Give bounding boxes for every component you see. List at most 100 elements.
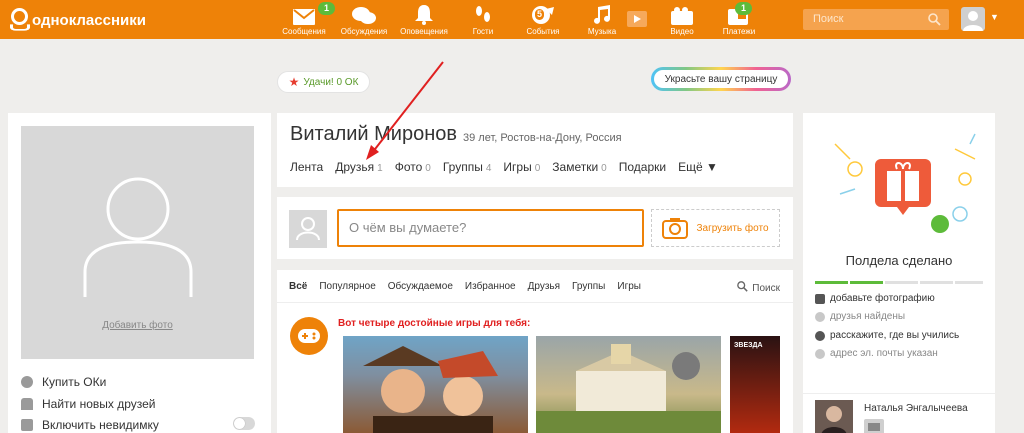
tab-photos[interactable]: Фото 0 bbox=[395, 160, 431, 174]
post-composer: О чём вы думаете? Загрузить фото bbox=[277, 197, 793, 259]
progress-segment-4 bbox=[920, 281, 953, 284]
feed-tab-favorites[interactable]: Избранное bbox=[465, 281, 516, 292]
find-friends-link[interactable]: Найти новых друзей bbox=[21, 397, 156, 411]
game-card-3[interactable]: ЗВЕЗДА bbox=[730, 336, 780, 433]
tab-groups[interactable]: Группы 4 bbox=[443, 160, 492, 174]
profile-tabs: Лента Друзья 1 Фото 0 Группы 4 Игры 0 Заметк… bbox=[290, 160, 730, 174]
person-icon bbox=[21, 398, 33, 410]
invisible-mode-link[interactable]: Включить невидимку bbox=[21, 418, 159, 432]
nav-notifications[interactable]: Оповещения bbox=[396, 3, 452, 36]
play-icon[interactable] bbox=[627, 11, 647, 27]
game-card-2[interactable] bbox=[536, 336, 721, 433]
graduation-cap-icon bbox=[815, 330, 825, 341]
game-art-1 bbox=[363, 346, 498, 433]
message-icon[interactable] bbox=[864, 419, 884, 433]
status-input[interactable]: О чём вы думаете? bbox=[337, 209, 644, 247]
logo[interactable]: одноклассники bbox=[8, 8, 146, 32]
feed-tabs: Всё Популярное Обсуждаемое Избранное Дру… bbox=[277, 270, 793, 303]
feed-tab-discussed[interactable]: Обсуждаемое bbox=[388, 281, 453, 292]
composer-avatar bbox=[289, 210, 327, 248]
luck-label: Удачи! 0 ОК bbox=[303, 76, 359, 88]
left-sidebar: Добавить фото Купить ОКи Найти новых дру… bbox=[8, 113, 271, 433]
tab-notes[interactable]: Заметки 0 bbox=[552, 160, 606, 174]
nav-music[interactable]: Музыка bbox=[574, 3, 630, 36]
nav-label: Сообщения bbox=[282, 27, 326, 36]
tab-count: 0 bbox=[425, 163, 431, 174]
nav-label: События bbox=[526, 27, 560, 36]
menu-label: Купить ОКи bbox=[42, 375, 107, 389]
chevron-down-icon[interactable]: ▼ bbox=[990, 12, 999, 22]
nav-events[interactable]: События bbox=[515, 3, 571, 36]
avatar-silhouette-icon bbox=[963, 11, 983, 31]
check-icon bbox=[815, 311, 825, 322]
avatar-silhouette-icon bbox=[296, 217, 320, 241]
camera-icon bbox=[815, 293, 825, 304]
progress-segment-3 bbox=[885, 281, 918, 284]
feed-tab-friends[interactable]: Друзья bbox=[528, 281, 560, 292]
invisible-toggle[interactable] bbox=[233, 417, 255, 430]
feed-tab-all[interactable]: Всё bbox=[289, 281, 307, 292]
menu-label: Найти новых друзей bbox=[42, 397, 156, 411]
decorate-label: Украсьте вашу страницу bbox=[664, 73, 778, 85]
luck-button[interactable]: ★ Удачи! 0 ОК bbox=[277, 71, 370, 93]
task-add-photo[interactable]: добавьте фотографию bbox=[815, 293, 935, 304]
task-friends-found: друзья найдены bbox=[815, 311, 905, 322]
check-icon bbox=[815, 348, 825, 359]
upload-photo-button[interactable]: Загрузить фото bbox=[651, 209, 780, 247]
buy-oki-link[interactable]: Купить ОКи bbox=[21, 375, 106, 389]
friend-suggestion[interactable]: Наталья Энгалычеева bbox=[803, 393, 995, 433]
feed-tab-groups[interactable]: Группы bbox=[572, 281, 605, 292]
friend-name[interactable]: Наталья Энгалычеева bbox=[864, 403, 968, 414]
search-placeholder: Поиск bbox=[813, 13, 844, 25]
nav-label: Обсуждения bbox=[340, 27, 388, 36]
feed-search[interactable]: Поиск bbox=[737, 281, 780, 294]
tab-friends[interactable]: Друзья 1 bbox=[335, 160, 382, 174]
progress-segment-2 bbox=[850, 281, 883, 284]
gift-illustration bbox=[834, 133, 976, 233]
game-card-1[interactable] bbox=[343, 336, 528, 433]
upload-label: Загрузить фото bbox=[696, 222, 769, 234]
games-title: Вот четыре достойные игры для тебя: bbox=[338, 318, 531, 329]
game-3-label: ЗВЕЗДА bbox=[734, 342, 763, 349]
tab-count: 0 bbox=[601, 163, 607, 174]
nav-discussions[interactable]: Обсуждения bbox=[336, 3, 392, 36]
task-education[interactable]: расскажите, где вы учились bbox=[815, 330, 959, 341]
envelope-icon bbox=[293, 9, 315, 25]
feed-tab-games[interactable]: Игры bbox=[617, 281, 641, 292]
gamepad-icon bbox=[290, 317, 328, 355]
tab-more[interactable]: Ещё ▼ bbox=[678, 160, 718, 174]
profile-photo-placeholder[interactable]: Добавить фото bbox=[21, 126, 254, 359]
video-camera-icon bbox=[671, 7, 693, 25]
search-icon bbox=[737, 281, 748, 292]
payments-badge: 1 bbox=[735, 2, 753, 15]
search-input[interactable]: Поиск bbox=[803, 9, 949, 30]
tab-games[interactable]: Игры 0 bbox=[503, 160, 540, 174]
profile-header: Виталий Миронов 39 лет, Ростов-на-Дону, … bbox=[277, 113, 793, 187]
profile-meta: 39 лет, Ростов-на-Дону, Россия bbox=[463, 132, 622, 144]
brand-name: одноклассники bbox=[32, 11, 146, 29]
user-silhouette-icon bbox=[83, 177, 193, 297]
messages-badge: 1 bbox=[318, 2, 336, 15]
top-bar: одноклассники Сообщения 1 Обсуждения Опо… bbox=[0, 0, 1024, 39]
profile-name: Виталий Миронов bbox=[290, 123, 458, 145]
search-icon[interactable] bbox=[928, 13, 941, 26]
nav-label: Оповещения bbox=[400, 27, 448, 36]
friend-avatar[interactable] bbox=[815, 400, 853, 433]
music-note-icon bbox=[594, 5, 610, 24]
user-avatar[interactable] bbox=[961, 7, 985, 31]
progress-title: Полдела сделано bbox=[845, 253, 953, 268]
camera-icon bbox=[662, 218, 689, 239]
tab-gifts[interactable]: Подарки bbox=[619, 160, 666, 174]
feed-tab-popular[interactable]: Популярное bbox=[319, 281, 375, 292]
decorate-page-button[interactable]: Украсьте вашу страницу bbox=[651, 67, 791, 91]
right-sidebar: Полдела сделано добавьте фотографию друз… bbox=[803, 113, 995, 433]
nav-label: Гости bbox=[472, 27, 494, 36]
nav-guests[interactable]: Гости bbox=[455, 3, 511, 36]
bell-icon bbox=[415, 5, 433, 25]
menu-label: Включить невидимку bbox=[42, 418, 159, 432]
nav-video[interactable]: Видео bbox=[654, 3, 710, 36]
nav-label: Музыка bbox=[587, 27, 617, 36]
tab-feed[interactable]: Лента bbox=[290, 160, 323, 174]
add-photo-link[interactable]: Добавить фото bbox=[21, 320, 254, 331]
progress-segment-1 bbox=[815, 281, 848, 284]
